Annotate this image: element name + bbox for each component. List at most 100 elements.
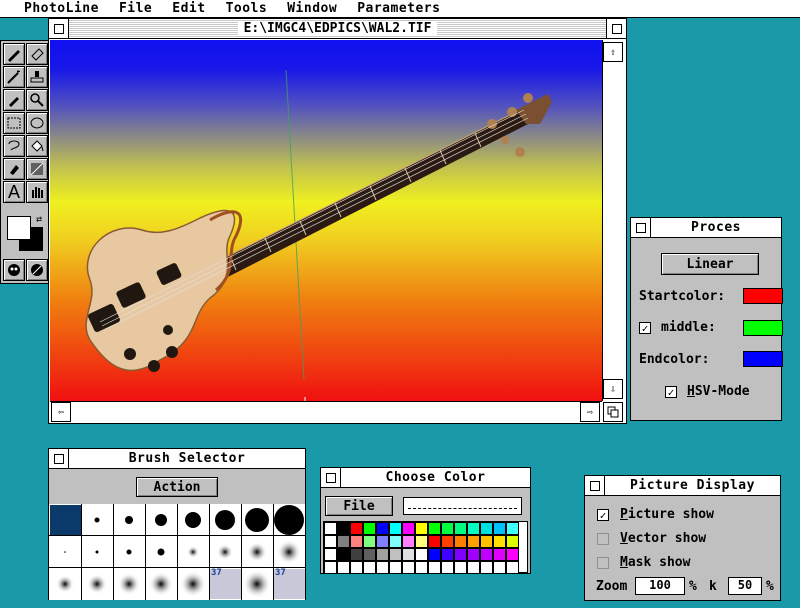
palette-swatch[interactable]: [337, 535, 350, 548]
palette-swatch[interactable]: [493, 522, 506, 535]
rect-select-icon[interactable]: [3, 112, 25, 134]
palette-swatch[interactable]: [454, 535, 467, 548]
hand-icon[interactable]: [26, 181, 48, 203]
hsv-mode-checkbox[interactable]: ✓: [665, 386, 677, 398]
middle-checkbox[interactable]: ✓: [639, 322, 651, 334]
palette-swatch[interactable]: [324, 548, 337, 561]
brush-icon[interactable]: [3, 43, 25, 65]
palette-swatch[interactable]: [350, 535, 363, 548]
foreground-color-swatch[interactable]: [7, 216, 31, 240]
scroll-right-icon[interactable]: ⇨: [580, 402, 600, 422]
menu-photoline[interactable]: PhotoLine: [24, 1, 99, 16]
palette-swatch[interactable]: [376, 561, 389, 574]
palette-swatch[interactable]: [428, 522, 441, 535]
startcolor-swatch[interactable]: [743, 288, 783, 304]
palette-swatch[interactable]: [402, 561, 415, 574]
palette-swatch[interactable]: [415, 535, 428, 548]
k-input[interactable]: 50: [728, 577, 762, 595]
palette-swatch[interactable]: [441, 522, 454, 535]
mask-a-icon[interactable]: [3, 259, 25, 281]
palette-swatch[interactable]: [337, 548, 350, 561]
palette-swatch[interactable]: [454, 548, 467, 561]
swap-colors-icon[interactable]: ⇄: [33, 214, 45, 226]
palette-swatch[interactable]: [324, 535, 337, 548]
palette-swatch[interactable]: [441, 535, 454, 548]
action-button[interactable]: Action: [136, 477, 218, 497]
stamp-icon[interactable]: [26, 66, 48, 88]
vector-show-checkbox[interactable]: [597, 533, 609, 545]
mask-b-icon[interactable]: [26, 259, 48, 281]
palette-swatch[interactable]: [363, 561, 376, 574]
magic-wand-icon[interactable]: [3, 66, 25, 88]
mask-show-checkbox[interactable]: [597, 557, 609, 569]
palette-swatch[interactable]: [506, 535, 519, 548]
text-icon[interactable]: A: [3, 181, 25, 203]
palette-swatch[interactable]: [467, 535, 480, 548]
palette-swatch[interactable]: [376, 535, 389, 548]
picture-show-checkbox[interactable]: ✓: [597, 509, 609, 521]
fill-bucket-icon[interactable]: [26, 135, 48, 157]
palette-swatch[interactable]: [467, 561, 480, 574]
image-canvas[interactable]: [50, 40, 602, 401]
eraser-icon[interactable]: [26, 43, 48, 65]
palette-swatch[interactable]: [493, 548, 506, 561]
choose-color-close-icon[interactable]: [321, 468, 341, 487]
horizontal-scrollbar[interactable]: [50, 401, 602, 423]
palette-swatch[interactable]: [493, 535, 506, 548]
palette-swatch[interactable]: [493, 561, 506, 574]
palette-swatch[interactable]: [402, 548, 415, 561]
palette-swatch[interactable]: [337, 561, 350, 574]
palette-swatch[interactable]: [376, 548, 389, 561]
palette-swatch[interactable]: [480, 561, 493, 574]
palette-swatch[interactable]: [324, 522, 337, 535]
eyedropper-icon[interactable]: [3, 89, 25, 111]
palette-swatch[interactable]: [324, 561, 337, 574]
palette-swatch[interactable]: [389, 561, 402, 574]
picture-display-close-icon[interactable]: [585, 476, 605, 495]
palette-swatch[interactable]: [506, 522, 519, 535]
palette-swatch[interactable]: [363, 535, 376, 548]
palette-swatch[interactable]: [428, 535, 441, 548]
brush-selector-titlebar[interactable]: Brush Selector: [49, 449, 305, 469]
image-window-titlebar[interactable]: E:\IMGC4\EDPICS\WAL2.TIF: [49, 19, 626, 39]
vertical-scrollbar[interactable]: [602, 40, 626, 401]
palette-swatch[interactable]: [389, 522, 402, 535]
endcolor-swatch[interactable]: [743, 351, 783, 367]
size-box-icon[interactable]: [603, 402, 623, 422]
scroll-up-icon[interactable]: ⇧: [603, 42, 623, 62]
proces-close-icon[interactable]: [631, 218, 651, 237]
palette-swatch[interactable]: [415, 548, 428, 561]
menu-edit[interactable]: Edit: [172, 1, 205, 16]
scroll-left-icon[interactable]: ⇦: [51, 402, 71, 422]
palette-swatch[interactable]: [402, 522, 415, 535]
color-palette[interactable]: [323, 521, 528, 574]
airbrush-icon[interactable]: [3, 158, 25, 180]
palette-swatch[interactable]: [441, 561, 454, 574]
palette-swatch[interactable]: [506, 548, 519, 561]
choose-color-titlebar[interactable]: Choose Color: [321, 468, 530, 488]
palette-swatch[interactable]: [363, 548, 376, 561]
palette-swatch[interactable]: [350, 561, 363, 574]
menu-parameters[interactable]: Parameters: [357, 1, 440, 16]
palette-swatch[interactable]: [467, 548, 480, 561]
picture-display-titlebar[interactable]: Picture Display: [585, 476, 780, 496]
palette-swatch[interactable]: [350, 548, 363, 561]
palette-swatch[interactable]: [363, 522, 376, 535]
zoom-input[interactable]: 100: [635, 577, 685, 595]
palette-swatch[interactable]: [454, 522, 467, 535]
palette-swatch[interactable]: [415, 561, 428, 574]
fuller-box-icon[interactable]: [606, 19, 626, 38]
palette-swatch[interactable]: [350, 522, 363, 535]
palette-swatch[interactable]: [402, 535, 415, 548]
palette-swatch[interactable]: [337, 522, 350, 535]
ellipse-select-icon[interactable]: [26, 112, 48, 134]
palette-swatch[interactable]: [428, 548, 441, 561]
palette-swatch[interactable]: [506, 561, 519, 574]
brush-selector-close-icon[interactable]: [49, 449, 69, 468]
file-button[interactable]: File: [325, 496, 393, 516]
palette-swatch[interactable]: [376, 522, 389, 535]
scroll-down-icon[interactable]: ⇩: [603, 379, 623, 399]
palette-swatch[interactable]: [467, 522, 480, 535]
palette-swatch[interactable]: [389, 535, 402, 548]
linear-button[interactable]: Linear: [661, 253, 759, 275]
